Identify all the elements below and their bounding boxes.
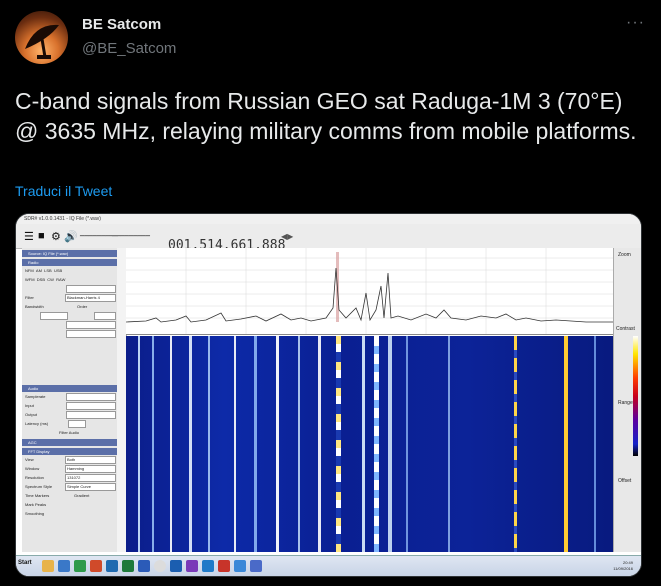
tweet-text: C-band signals from Russian GEO sat Radu… xyxy=(15,88,637,144)
word-icon xyxy=(138,560,150,572)
mode-row-2: WFM DSB CW RAW xyxy=(25,277,66,282)
filter-row: Filter Blackman-Harris 4 xyxy=(22,293,122,302)
volume-icon: 🔊 xyxy=(64,231,78,243)
mode-row-1: NFM AM LSB USB xyxy=(25,268,63,273)
system-tray-clock: 20:49 11/09/2016 xyxy=(613,560,633,571)
tune-arrows-icon: ◀▶ xyxy=(281,232,294,241)
app-icon xyxy=(218,560,230,572)
excel-icon xyxy=(122,560,134,572)
translate-tweet-link[interactable]: Traduci il Tweet xyxy=(15,183,112,199)
sdr-control-panel: Source: IQ File (*.wav) Radio NFM AM LSB… xyxy=(22,248,123,552)
media-icon xyxy=(74,560,86,572)
gear-icon: ⚙ xyxy=(51,231,61,243)
menu-icon: ☰ xyxy=(24,231,34,243)
sdr-window-title: SDR# v1.0.0.1431 - IQ File (*.wav) xyxy=(16,214,641,224)
start-button: Start xyxy=(18,560,32,566)
spectrum-plot xyxy=(126,248,613,335)
author-avatar[interactable] xyxy=(15,11,68,64)
tweet-media-image[interactable]: SDR# v1.0.0.1431 - IQ File (*.wav) ☰ ■ ⚙… xyxy=(15,213,642,577)
radio-section-header: Radio xyxy=(22,259,122,266)
fft-section-header: FFT Display xyxy=(22,448,122,455)
source-section-header: Source: IQ File (*.wav) xyxy=(22,250,122,257)
more-options-icon[interactable]: ··· xyxy=(626,14,645,32)
waterfall-display xyxy=(126,336,613,552)
sdr-toolbar: ☰ ■ ⚙ 🔊 ━━━━━━━━━ ━━━━━━━━━ 001.514.661.… xyxy=(16,224,641,253)
stop-icon: ■ xyxy=(38,230,45,242)
explorer-icon xyxy=(58,560,70,572)
chrome-icon xyxy=(154,560,166,572)
onenote-icon xyxy=(186,560,198,572)
app-icon xyxy=(106,560,118,572)
squelch-slider: ━━━━━━━━━ xyxy=(112,233,150,240)
agc-section-header: AGC xyxy=(22,439,122,446)
folder-icon xyxy=(42,560,54,572)
app-icon xyxy=(234,560,246,572)
audio-section-header: Audio xyxy=(22,385,122,392)
sdr-right-controls: Zoom Contrast Range Offset xyxy=(613,248,641,552)
windows-taskbar: Start 20:49 11/09/2016 xyxy=(16,555,641,576)
author-handle[interactable]: @BE_Satcom xyxy=(82,40,176,57)
outlook-icon xyxy=(202,560,214,572)
app-icon xyxy=(170,560,182,572)
author-name[interactable]: BE Satcom xyxy=(82,16,161,33)
satellite-dish-icon xyxy=(25,24,59,59)
app-icon xyxy=(90,560,102,572)
sdr-app-icon xyxy=(250,560,262,572)
